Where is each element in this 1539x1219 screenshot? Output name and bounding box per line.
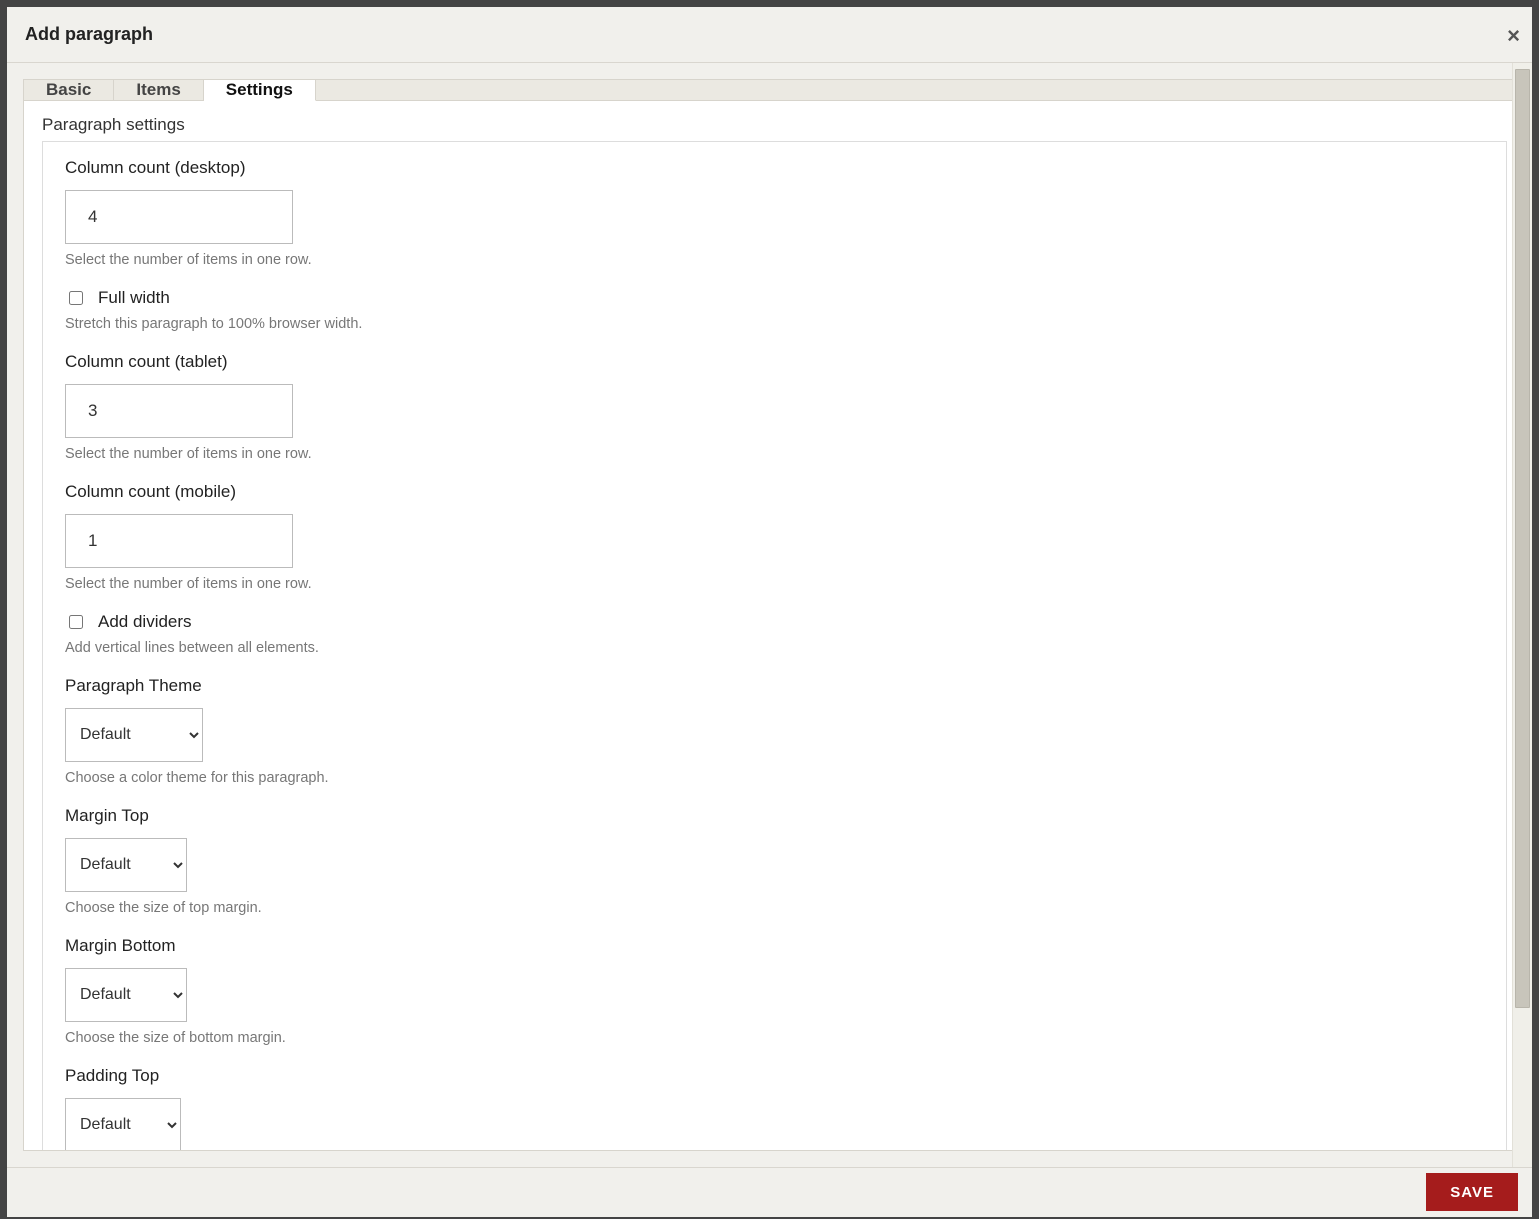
field-column-count-desktop: Column count (desktop) Select the number… <box>65 158 1484 268</box>
dialog-body: Basic Items Settings Paragraph settings … <box>7 63 1532 1167</box>
help-margin-top: Choose the size of top margin. <box>65 900 1484 916</box>
tab-basic[interactable]: Basic <box>24 80 114 100</box>
label-column-count-tablet: Column count (tablet) <box>65 352 1484 372</box>
dialog-footer: SAVE <box>7 1167 1532 1217</box>
label-margin-top: Margin Top <box>65 806 1484 826</box>
tab-panel: Basic Items Settings Paragraph settings … <box>23 79 1526 1151</box>
label-column-count-desktop: Column count (desktop) <box>65 158 1484 178</box>
checkbox-row-add-dividers[interactable]: Add dividers <box>65 612 1484 632</box>
field-column-count-mobile: Column count (mobile) Select the number … <box>65 482 1484 592</box>
help-column-count-mobile: Select the number of items in one row. <box>65 576 1484 592</box>
select-margin-top[interactable]: Default <box>65 838 187 892</box>
dialog-header: Add paragraph × <box>7 7 1532 63</box>
dialog-add-paragraph: Add paragraph × Basic Items Settings Par… <box>6 6 1533 1218</box>
label-padding-top: Padding Top <box>65 1066 1484 1086</box>
help-paragraph-theme: Choose a color theme for this paragraph. <box>65 770 1484 786</box>
field-margin-top: Margin Top Default Choose the size of to… <box>65 806 1484 916</box>
field-column-count-tablet: Column count (tablet) Select the number … <box>65 352 1484 462</box>
scrollbar[interactable]: ▲ ▼ <box>1512 63 1532 1167</box>
scrollbar-down-icon[interactable]: ▼ <box>1513 1161 1532 1167</box>
select-padding-top[interactable]: Default <box>65 1098 181 1151</box>
checkbox-full-width[interactable] <box>69 291 83 305</box>
label-paragraph-theme: Paragraph Theme <box>65 676 1484 696</box>
field-paragraph-theme: Paragraph Theme Default Choose a color t… <box>65 676 1484 786</box>
scrollbar-thumb[interactable] <box>1515 69 1530 1008</box>
label-add-dividers: Add dividers <box>98 612 192 632</box>
checkbox-add-dividers[interactable] <box>69 615 83 629</box>
label-full-width: Full width <box>98 288 170 308</box>
section-title: Paragraph settings <box>24 101 1525 141</box>
help-margin-bottom: Choose the size of bottom margin. <box>65 1030 1484 1046</box>
dialog-title: Add paragraph <box>25 24 153 45</box>
settings-fieldset: Column count (desktop) Select the number… <box>42 141 1507 1151</box>
scrollbar-track[interactable] <box>1513 69 1532 1161</box>
tab-settings[interactable]: Settings <box>204 80 316 101</box>
label-margin-bottom: Margin Bottom <box>65 936 1484 956</box>
field-padding-top: Padding Top Default Choose the size of t… <box>65 1066 1484 1151</box>
label-column-count-mobile: Column count (mobile) <box>65 482 1484 502</box>
field-add-dividers: Add dividers Add vertical lines between … <box>65 612 1484 656</box>
input-column-count-tablet[interactable] <box>65 384 293 438</box>
input-column-count-mobile[interactable] <box>65 514 293 568</box>
save-button[interactable]: SAVE <box>1426 1173 1518 1211</box>
help-full-width: Stretch this paragraph to 100% browser w… <box>65 316 1484 332</box>
help-column-count-tablet: Select the number of items in one row. <box>65 446 1484 462</box>
field-full-width: Full width Stretch this paragraph to 100… <box>65 288 1484 332</box>
help-column-count-desktop: Select the number of items in one row. <box>65 252 1484 268</box>
select-margin-bottom[interactable]: Default <box>65 968 187 1022</box>
tab-items[interactable]: Items <box>114 80 203 100</box>
field-margin-bottom: Margin Bottom Default Choose the size of… <box>65 936 1484 1046</box>
tab-bar: Basic Items Settings <box>24 80 1525 101</box>
checkbox-row-full-width[interactable]: Full width <box>65 288 1484 308</box>
select-paragraph-theme[interactable]: Default <box>65 708 203 762</box>
help-add-dividers: Add vertical lines between all elements. <box>65 640 1484 656</box>
input-column-count-desktop[interactable] <box>65 190 293 244</box>
close-icon[interactable]: × <box>1507 25 1520 47</box>
